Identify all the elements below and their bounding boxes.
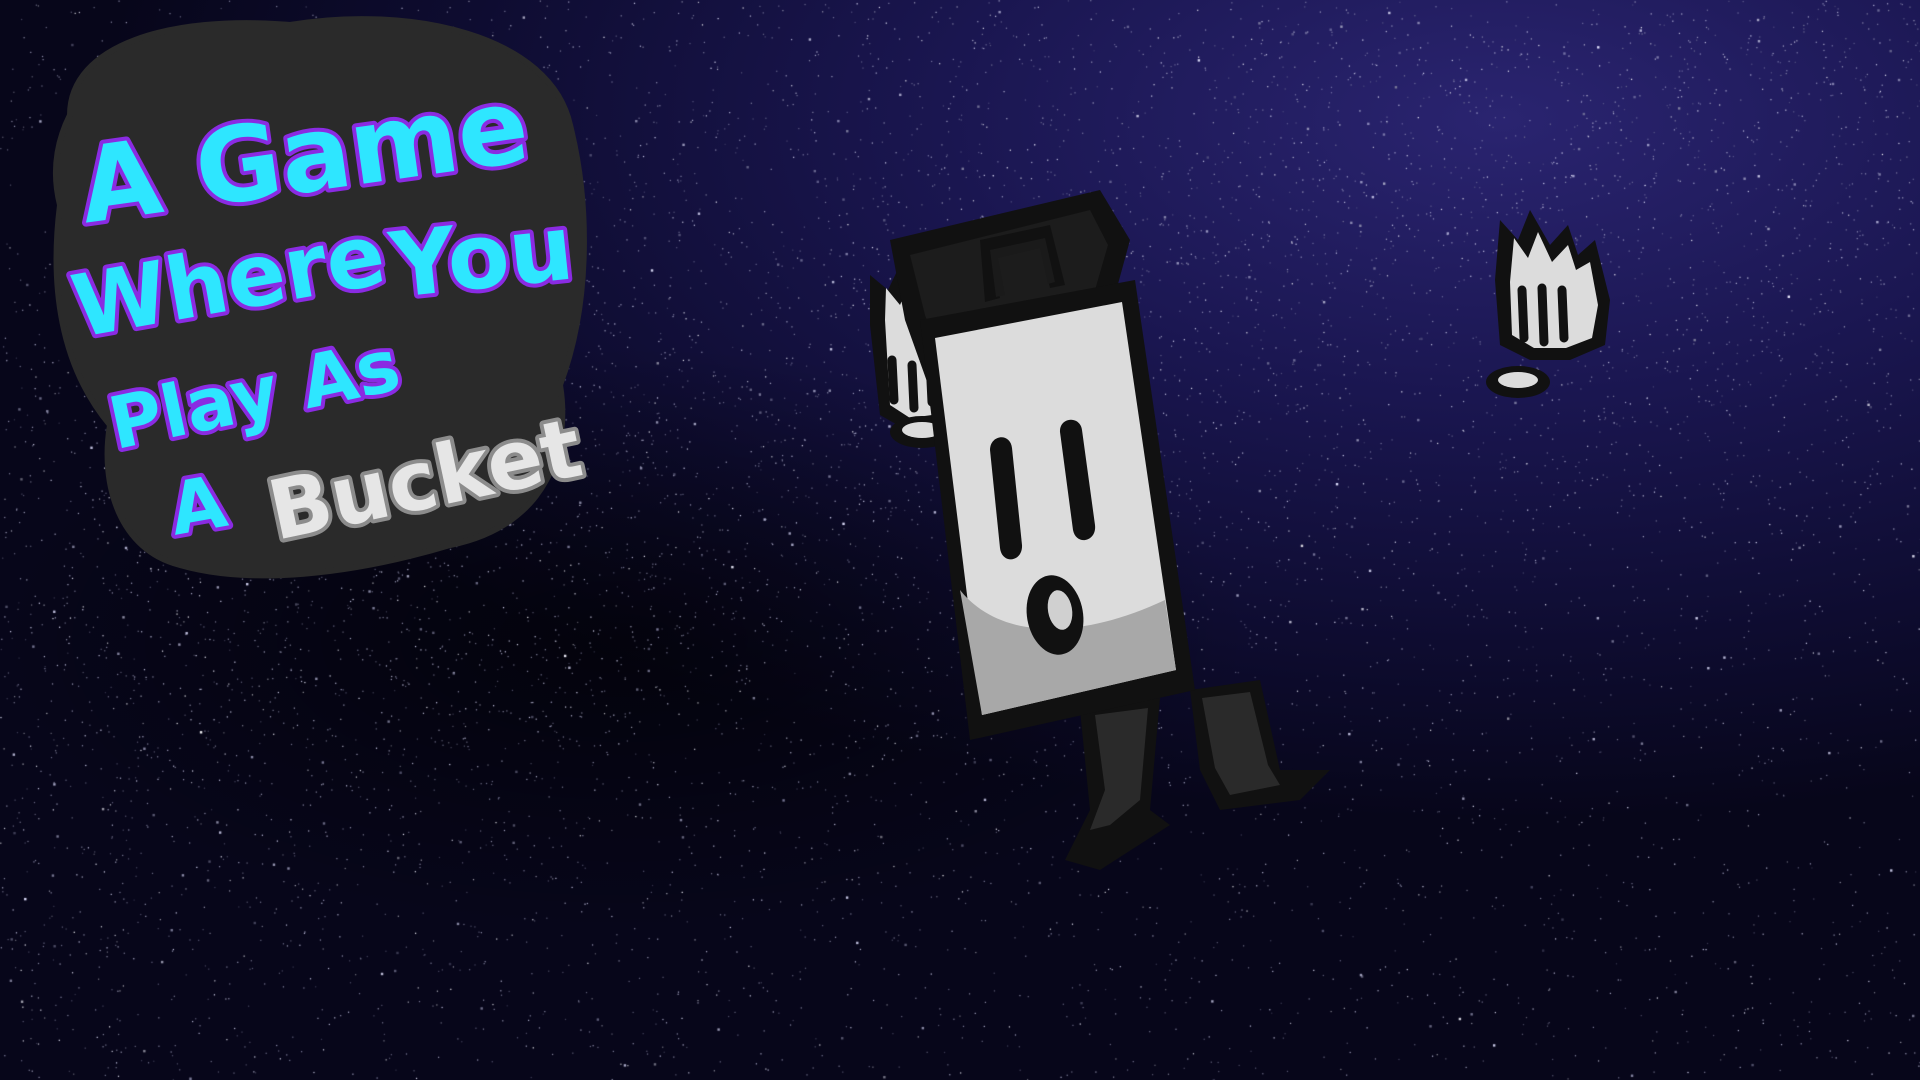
bucket-character-icon xyxy=(870,190,1610,870)
logo-line-a: A xyxy=(163,459,233,551)
logo-title-text: A Game Where You Play As A Bucket xyxy=(61,60,590,564)
right-glove-icon xyxy=(1486,210,1610,398)
bucket-body xyxy=(890,190,1195,740)
game-logo: A Game Where You Play As A Bucket xyxy=(30,5,590,585)
title-screen: A Game Where You Play As A Bucket xyxy=(0,0,1920,1080)
logo-line-you: You xyxy=(384,195,578,319)
